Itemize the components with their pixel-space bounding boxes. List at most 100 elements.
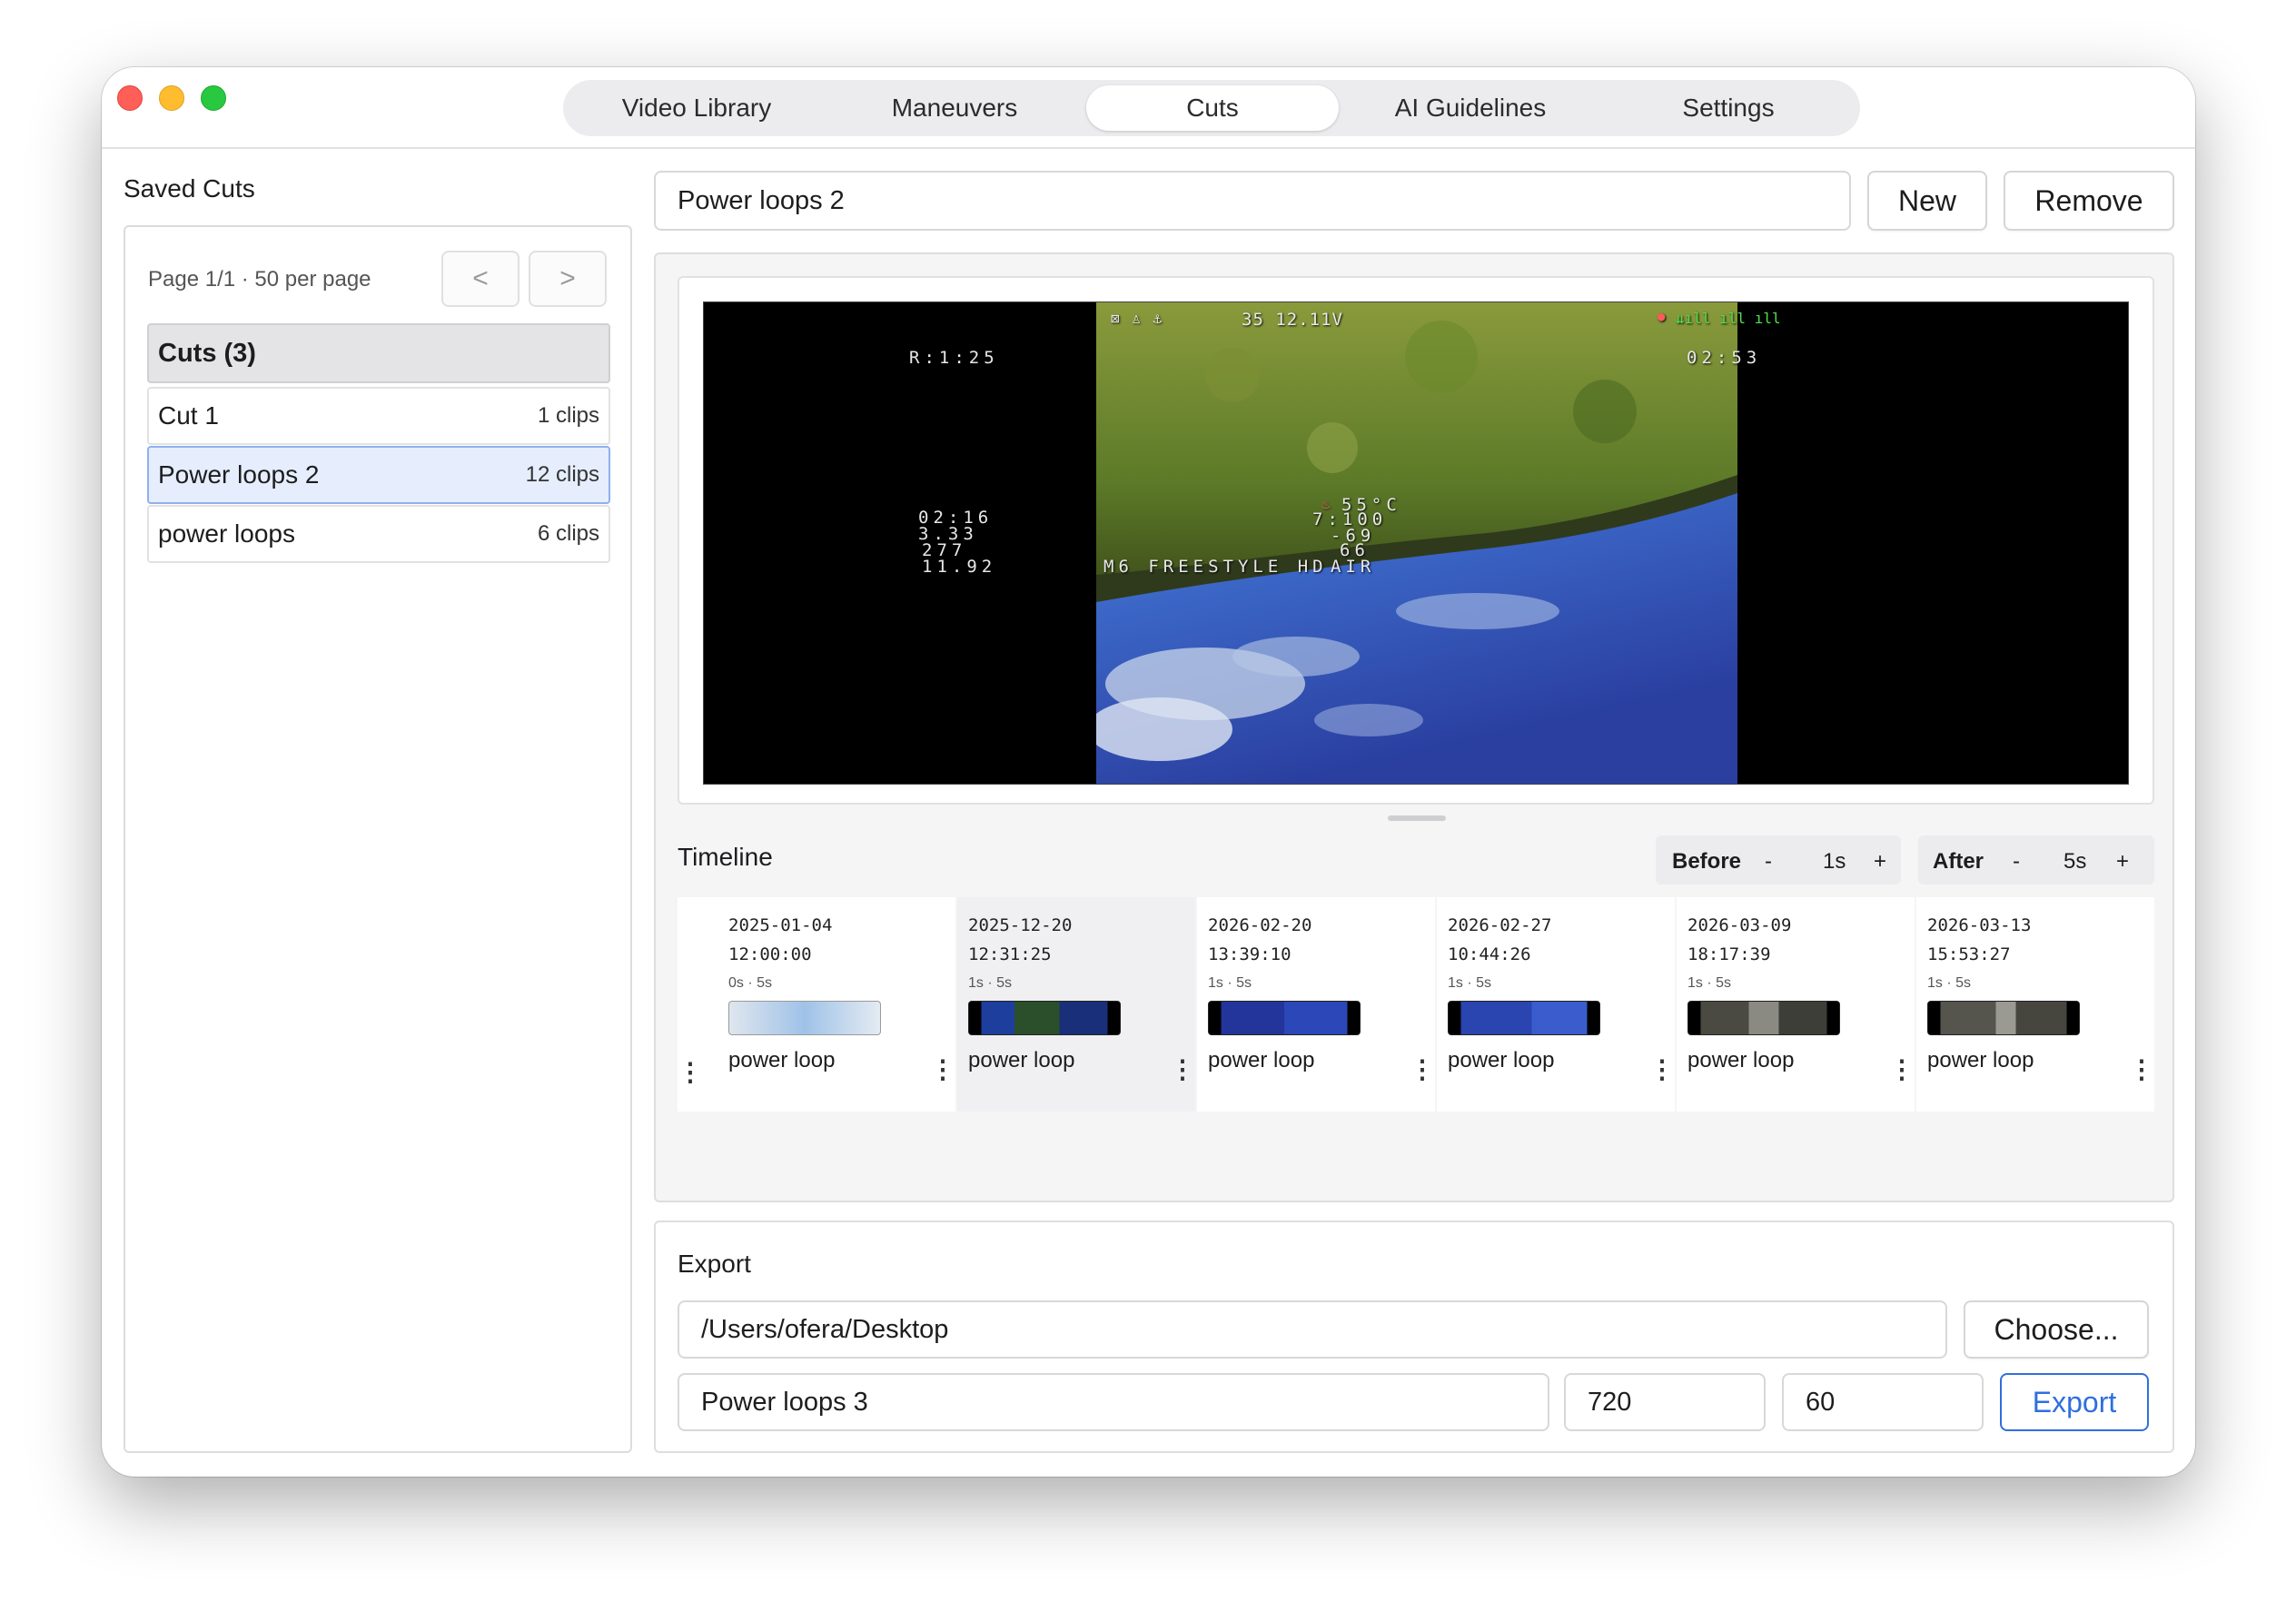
saved-cuts-panel: Page 1/1 · 50 per page < > Cuts (3) Cut … [124,225,632,1453]
splitter-handle[interactable] [1388,815,1446,821]
before-label: Before [1672,849,1742,874]
clip-range: 0s · 5s [728,975,773,991]
osd-left-4: 11.92 [922,557,997,577]
before-decrement-button[interactable]: - [1765,849,1772,875]
clip-time: 10:44:26 [1448,944,1531,964]
more-options-icon[interactable]: ⋮ [678,1057,703,1087]
timeline-clip[interactable]: 2026-02-27 10:44:26 1s · 5s power loop ⋮ [1437,897,1675,1112]
export-path-field[interactable]: /Users/ofera/Desktop [678,1300,1947,1359]
tab-ai-guidelines[interactable]: AI Guidelines [1344,85,1597,131]
main-tab-bar: Video Library Maneuvers Cuts AI Guidelin… [563,80,1860,136]
after-label: After [1933,849,1984,874]
cut-name-input[interactable]: Power loops 2 [654,171,1851,231]
clip-label: power loop [1448,1048,1555,1072]
tab-video-library[interactable]: Video Library [570,85,823,131]
clip-label: power loop [1208,1048,1315,1072]
new-cut-button[interactable]: New [1867,171,1987,231]
more-options-icon[interactable]: ⋮ [1410,1057,1435,1082]
next-page-button[interactable]: > [529,251,607,307]
clip-time: 12:00:00 [728,944,812,964]
choose-folder-button[interactable]: Choose... [1964,1300,2149,1359]
osd-voltage: 35 12.11V [1242,310,1343,330]
clip-range: 1s · 5s [1208,975,1252,991]
clip-range: 1s · 5s [968,975,1013,991]
clip-thumbnail [1208,1001,1361,1035]
list-item[interactable]: Cut 1 1 clips [147,387,610,445]
tab-maneuvers[interactable]: Maneuvers [828,85,1081,131]
osd-status-icons: ⊠ ♙ ⚓ [1111,310,1164,327]
clip-date: 2026-03-09 [1687,915,1792,935]
before-offset-control: Before - 1s + [1656,835,1901,885]
pager-status: Page 1/1 · 50 per page [148,267,371,292]
before-increment-button[interactable]: + [1874,849,1886,875]
clip-thumbnail [1687,1001,1840,1035]
app-window: Video Library Maneuvers Cuts AI Guidelin… [102,67,2195,1477]
clip-range: 1s · 5s [1448,975,1492,991]
clip-time: 15:53:27 [1927,944,2011,964]
clip-range: 1s · 5s [1687,975,1732,991]
minimize-window-button[interactable] [159,85,184,111]
before-value: 1s [1823,849,1846,874]
clip-date: 2026-03-13 [1927,915,2032,935]
more-options-icon[interactable]: ⋮ [1170,1057,1195,1082]
video-preview[interactable]: ⊠ ♙ ⚓ 35 12.11V ● ⇊ıll ıll ıll R:1:25 02… [703,301,2129,785]
clip-range: 1s · 5s [1927,975,1972,991]
fpv-footage-image [1096,302,1737,784]
timeline-clip[interactable]: 2025-01-04 12:00:00 0s · 5s power loop ⋮ [718,897,955,1112]
after-value: 5s [2063,849,2087,874]
osd-right-5: AIR [1331,557,1376,577]
clip-time: 13:39:10 [1208,944,1292,964]
export-panel: Export /Users/ofera/Desktop Choose... Po… [654,1221,2174,1453]
osd-bottom-label: M6 FREESTYLE HD [1103,557,1328,577]
clip-label: power loop [1687,1048,1795,1072]
timeline-clip[interactable]: 2026-02-20 13:39:10 1s · 5s power loop ⋮ [1197,897,1435,1112]
clip-date: 2025-12-20 [968,915,1073,935]
saved-cuts-heading: Saved Cuts [124,174,255,203]
clip-time: 12:31:25 [968,944,1052,964]
after-decrement-button[interactable]: - [2013,849,2020,875]
tab-settings[interactable]: Settings [1602,85,1855,131]
export-heading: Export [678,1250,751,1278]
fps-field[interactable]: 60 [1782,1373,1984,1431]
more-options-icon[interactable]: ⋮ [1889,1057,1915,1082]
clip-label: power loop [728,1048,836,1072]
signal-bars-icon: ⇊ıll ıll ıll [1676,310,1781,327]
resolution-field[interactable]: 720 [1564,1373,1766,1431]
clip-thumbnail [968,1001,1121,1035]
video-preview-frame: ⊠ ♙ ⚓ 35 12.11V ● ⇊ıll ıll ıll R:1:25 02… [678,276,2154,805]
remove-cut-button[interactable]: Remove [2004,171,2174,231]
prev-page-button[interactable]: < [441,251,520,307]
cut-name: Power loops 2 [158,460,320,489]
output-name-field[interactable]: Power loops 3 [678,1373,1549,1431]
clip-date: 2025-01-04 [728,915,833,935]
after-offset-control: After - 5s + [1918,835,2154,885]
timeline-leading-clip: ⋮ [678,897,718,1112]
clip-label: power loop [1927,1048,2034,1072]
fpv-video-frame [1096,302,1737,784]
timeline-clip[interactable]: 2026-03-09 18:17:39 1s · 5s power loop ⋮ [1677,897,1915,1112]
clip-date: 2026-02-20 [1208,915,1312,935]
list-item[interactable]: power loops 6 clips [147,505,610,563]
timeline-clip[interactable]: 2025-12-20 12:31:25 1s · 5s power loop ⋮ [957,897,1195,1112]
osd-flight-time: 02:53 [1687,348,1762,368]
zoom-window-button[interactable] [201,85,226,111]
clip-count: 12 clips [525,462,599,487]
close-window-button[interactable] [117,85,143,111]
list-item-selected[interactable]: Power loops 2 12 clips [147,446,610,504]
after-increment-button[interactable]: + [2116,849,2129,875]
cuts-list-header: Cuts (3) [147,323,610,383]
title-bar: Video Library Maneuvers Cuts AI Guidelin… [102,67,2195,149]
more-options-icon[interactable]: ⋮ [1649,1057,1675,1082]
clip-thumbnail [1927,1001,2080,1035]
cut-name: power loops [158,519,295,548]
more-options-icon[interactable]: ⋮ [2129,1057,2154,1082]
clip-thumbnail [728,1001,881,1035]
timeline-clip[interactable]: 2026-03-13 15:53:27 1s · 5s power loop ⋮ [1916,897,2154,1112]
clip-time: 18:17:39 [1687,944,1771,964]
clip-count: 1 clips [537,403,599,428]
export-button[interactable]: Export [2000,1373,2149,1431]
clip-label: power loop [968,1048,1075,1072]
tab-cuts[interactable]: Cuts [1086,85,1339,131]
timeline-heading: Timeline [678,843,773,871]
more-options-icon[interactable]: ⋮ [930,1057,955,1082]
